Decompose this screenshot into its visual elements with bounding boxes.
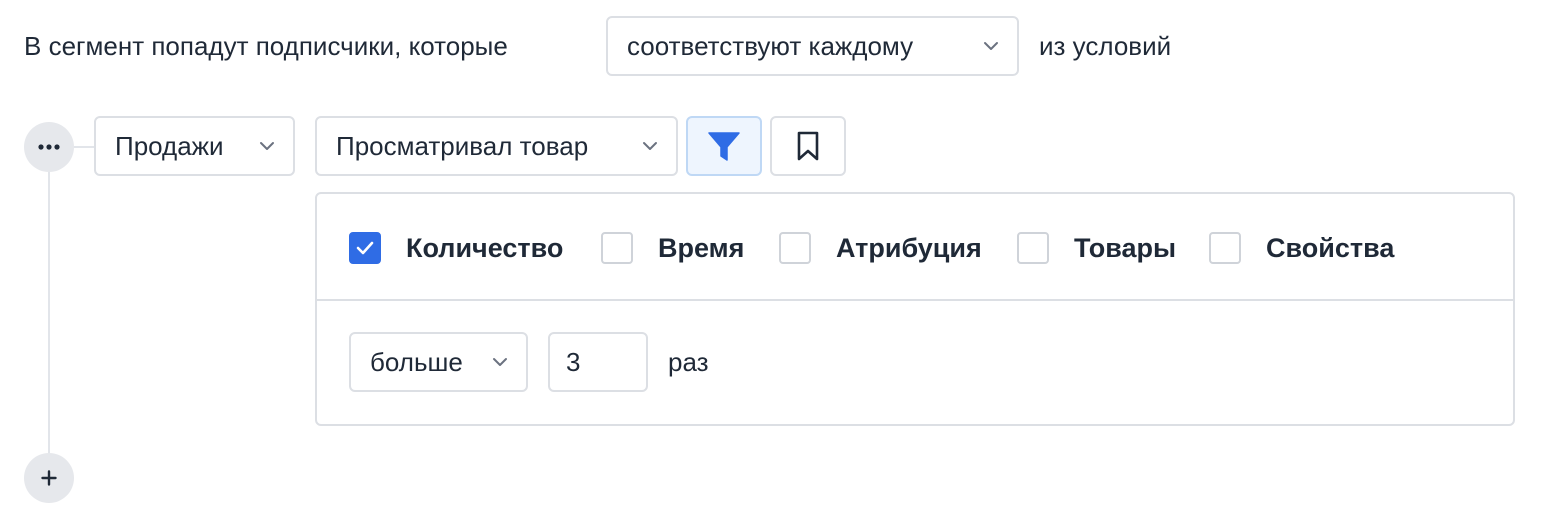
condition-suffix-text: из условий (1039, 31, 1172, 61)
ellipsis-icon (38, 144, 60, 150)
event-select[interactable]: Просматривал товар (315, 116, 678, 176)
quantity-value: 3 (566, 346, 581, 377)
quantity-operator-select[interactable]: больше (349, 332, 528, 392)
match-mode-value: соответствуют каждому (627, 30, 914, 61)
timeline-connector (72, 146, 95, 148)
checkbox-label-quantity[interactable]: Количество (406, 232, 563, 264)
segment-builder: В сегмент попадут подписчики, которые со… (0, 0, 1554, 526)
event-value: Просматривал товар (336, 130, 589, 161)
checkbox-properties[interactable] (1209, 232, 1241, 264)
quantity-unit-text: раз (668, 347, 709, 377)
chevron-down-icon (643, 142, 657, 150)
chevron-down-icon (260, 142, 274, 150)
panel-divider (317, 299, 1513, 301)
category-value: Продажи (115, 130, 224, 161)
bookmark-icon (797, 131, 819, 161)
checkbox-label-attribution[interactable]: Атрибуция (836, 232, 982, 264)
plus-icon (41, 470, 57, 486)
category-select[interactable]: Продажи (94, 116, 295, 176)
chevron-down-icon (984, 42, 998, 50)
bookmark-button[interactable] (770, 116, 846, 176)
checkbox-quantity[interactable] (349, 232, 381, 264)
condition-prefix-text: В сегмент попадут подписчики, которые (24, 31, 508, 61)
filter-icon (708, 132, 740, 161)
checkbox-label-properties[interactable]: Свойства (1266, 232, 1394, 264)
checkmark-icon (356, 241, 374, 255)
quantity-value-input[interactable]: 3 (548, 332, 648, 392)
checkbox-label-products[interactable]: Товары (1074, 232, 1176, 264)
checkbox-products[interactable] (1017, 232, 1049, 264)
quantity-operator-value: больше (370, 346, 463, 377)
match-mode-select[interactable]: соответствуют каждому (606, 16, 1019, 76)
filter-panel: Количество Время Атрибуция Товары Свойст… (315, 192, 1515, 426)
timeline-line (48, 170, 50, 454)
checkbox-time[interactable] (601, 232, 633, 264)
checkbox-attribution[interactable] (779, 232, 811, 264)
chevron-down-icon (493, 358, 507, 366)
filter-button[interactable] (686, 116, 762, 176)
add-condition-button[interactable] (24, 453, 74, 503)
checkbox-label-time[interactable]: Время (658, 232, 744, 264)
rule-menu-button[interactable] (24, 122, 74, 172)
